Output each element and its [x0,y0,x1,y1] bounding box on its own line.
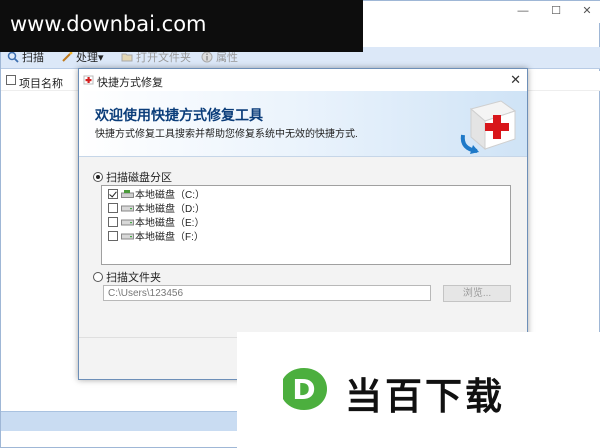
banner-subtitle: 快捷方式修复工具搜索并帮助您修复系统中无效的快捷方式. [95,129,358,140]
downbai-logo-icon: D [283,368,327,410]
drive-checkbox[interactable] [108,203,118,213]
drive-label: 本地磁盘（F:） [135,232,204,243]
brand-name: 当百下载 [345,375,505,418]
scan-folder-radio [93,272,103,282]
banner-heading: 欢迎使用快捷方式修复工具 [95,107,263,123]
scan-folder-label: 扫描文件夹 [106,272,162,284]
hard-drive-icon [121,205,134,212]
dialog-banner: 欢迎使用快捷方式修复工具 快捷方式修复工具搜索并帮助您修复系统中无效的快捷方式. [79,91,527,157]
drive-checkbox[interactable] [108,189,118,199]
folder-icon [121,53,133,62]
hard-drive-icon [121,233,134,240]
wand-icon [62,51,73,62]
properties-icon [201,51,213,63]
checkbox-box [6,75,16,85]
scan-partition-label: 扫描磁盘分区 [106,172,173,184]
select-all-checkbox[interactable] [6,75,16,87]
minimize-button[interactable]: — [515,4,531,18]
drive-item[interactable]: 本地磁盘（F:） [108,231,204,244]
chevron-down-icon: ▾ [98,52,104,64]
browse-button[interactable]: 浏览... [443,285,511,302]
watermark-text: www.downbai.com [10,12,207,36]
repair-box-icon [460,100,517,154]
process-label: 处理 [76,52,98,64]
drive-item[interactable]: 本地磁盘（C:） [108,189,205,202]
scan-label: 扫描 [22,52,44,64]
scan-toolbar-button[interactable]: 扫描 [7,50,44,66]
folder-path-input[interactable] [103,285,431,301]
dialog-close-button[interactable]: ✕ [510,72,521,88]
app-icon [83,75,94,85]
watermark-banner: www.downbai.com [0,0,363,52]
drive-item[interactable]: 本地磁盘（E:） [108,217,204,230]
open-folder-label: 打开文件夹 [136,52,191,64]
brand-watermark: D 当百下载 [237,332,600,448]
system-drive-icon [121,190,134,198]
drive-checkbox[interactable] [108,231,118,241]
close-button[interactable]: ✕ [579,4,595,18]
magnifier-icon [7,51,19,63]
dialog-title: 快捷方式修复 [97,77,163,89]
column-header-name[interactable]: 项目名称 [19,75,63,91]
drive-list: 本地磁盘（C:） 本地磁盘（D:） 本地磁盘（E:） 本地磁盘（F:） [101,185,511,265]
drive-checkbox[interactable] [108,217,118,227]
scan-folder-option[interactable]: 扫描文件夹 [93,269,161,285]
open-folder-toolbar-button[interactable]: 打开文件夹 [121,50,191,66]
drive-item[interactable]: 本地磁盘（D:） [108,203,205,216]
maximize-button[interactable]: ☐ [548,4,564,18]
dialog-titlebar: 快捷方式修复 ✕ [79,69,527,91]
drive-label: 本地磁盘（E:） [135,218,205,229]
properties-label: 属性 [216,52,238,64]
drive-label: 本地磁盘（D:） [135,204,205,215]
hard-drive-icon [121,219,134,226]
properties-toolbar-button[interactable]: 属性 [201,50,238,66]
process-toolbar-button[interactable]: 处理▾ [61,50,104,66]
logo-letter: D [292,373,315,406]
scan-partition-option[interactable]: 扫描磁盘分区 [93,169,172,185]
drive-label: 本地磁盘（C:） [135,190,205,201]
scan-partition-radio [93,172,103,182]
